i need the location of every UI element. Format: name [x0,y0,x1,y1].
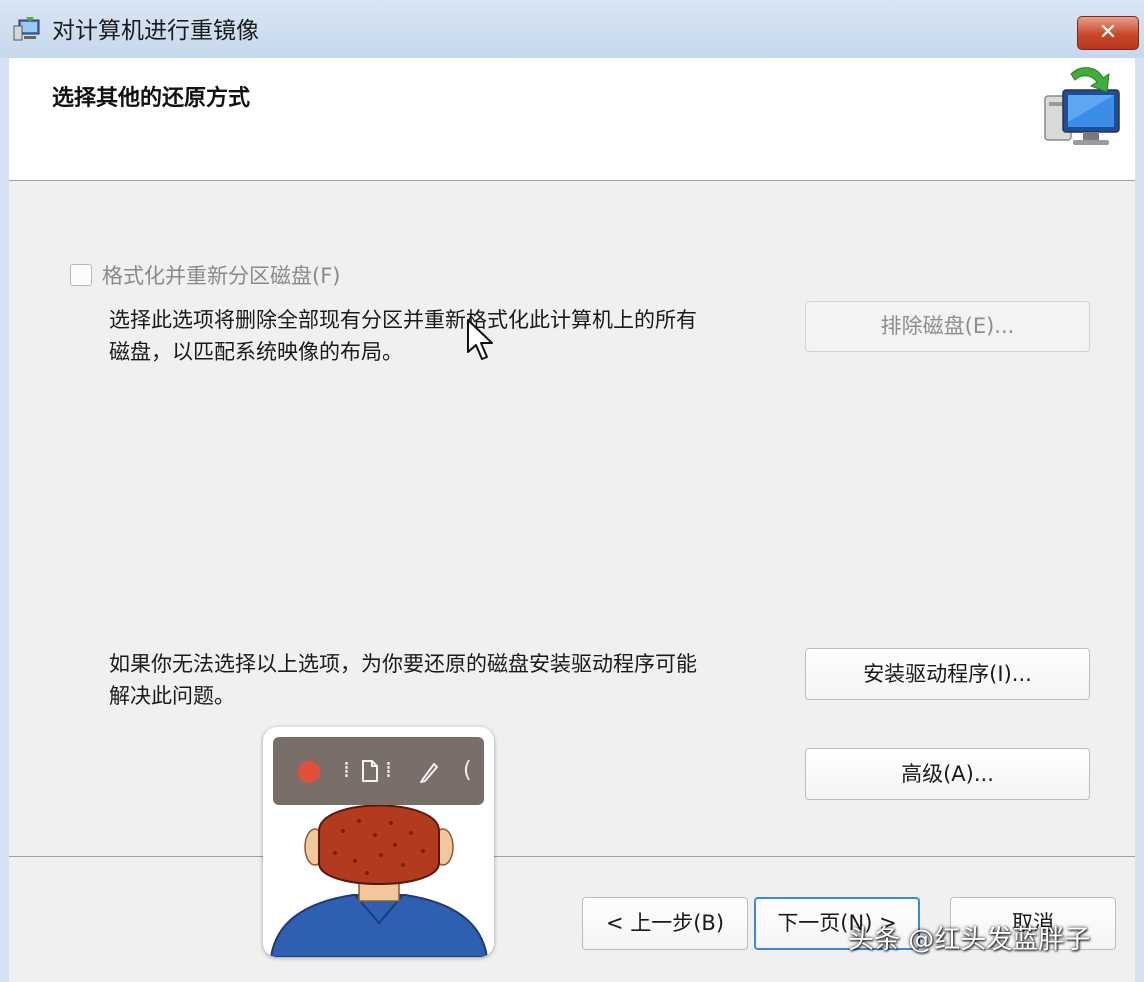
window-left-border [0,58,9,982]
header-divider [9,180,1135,181]
footer-divider [9,856,1135,857]
system-image-icon [13,17,40,41]
recorder-toolbar: ⁞ ⁞ ( [273,737,484,805]
wizard-header: 选择其他的还原方式 [9,58,1135,180]
watermark: 头条 @红头发蓝胖子 [848,925,1091,955]
exclude-disks-button: 排除磁盘(E)... [805,301,1090,352]
close-button[interactable]: ✕ [1077,16,1139,50]
screen-recorder-overlay: ⁞ ⁞ ( [263,727,494,957]
page-icon[interactable] [361,759,379,783]
avatar [263,791,494,957]
mouse-cursor-icon [467,319,493,360]
restore-wizard-window: 对计算机进行重镜像 ✕ 选择其他的还原方式 格式化并重新分区磁盘(F) 选择此选… [0,0,1144,982]
driver-description: 如果你无法选择以上选项，为你要还原的磁盘安装驱动程序可能 解决此问题。 [109,648,779,712]
more-tools-icon[interactable]: ( [463,757,472,785]
window-right-border [1135,58,1144,982]
back-button[interactable]: < 上一步(B) [582,897,748,950]
grip-icon: ⁞ [385,758,392,783]
format-description-line-1: 选择此选项将删除全部现有分区并重新格式化此计算机上的所有 [109,308,697,332]
format-description-line-2: 磁盘，以匹配系统映像的布局。 [109,340,403,364]
window-title: 对计算机进行重镜像 [52,18,259,44]
pen-icon[interactable] [419,759,439,783]
format-description: 选择此选项将删除全部现有分区并重新格式化此计算机上的所有 磁盘，以匹配系统映像的… [109,304,779,368]
driver-description-line-1: 如果你无法选择以上选项，为你要还原的磁盘安装驱动程序可能 [109,652,697,676]
format-disks-checkbox [70,264,92,286]
grip-icon: ⁞ [343,758,350,783]
advanced-button[interactable]: 高级(A)... [805,748,1090,800]
format-disks-label: 格式化并重新分区磁盘(F) [102,264,341,288]
computer-restore-icon [1044,67,1120,145]
driver-description-line-2: 解决此问题。 [109,684,235,708]
title-bar[interactable]: 对计算机进行重镜像 ✕ [0,0,1144,59]
record-button[interactable] [298,761,320,783]
install-drivers-button[interactable]: 安装驱动程序(I)... [805,648,1090,700]
page-title: 选择其他的还原方式 [52,86,251,111]
